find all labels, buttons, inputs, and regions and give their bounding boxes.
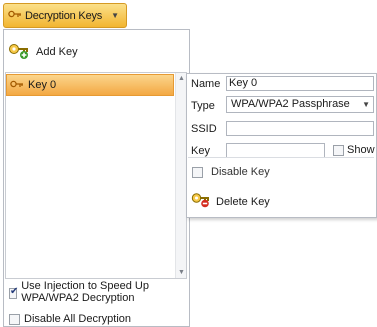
- scroll-down-icon[interactable]: ▼: [176, 269, 187, 276]
- list-item-label: Key 0: [28, 79, 57, 91]
- ssid-field[interactable]: [226, 121, 374, 136]
- show-key-label: Show: [347, 144, 375, 156]
- decryption-keys-tab[interactable]: Decryption Keys ▼: [3, 3, 127, 28]
- add-key-button[interactable]: Add Key: [8, 39, 78, 65]
- key-label: Key: [191, 145, 210, 157]
- chevron-down-icon[interactable]: ▼: [111, 11, 119, 20]
- type-select[interactable]: WPA/WPA2 Passphrase ▼: [226, 96, 374, 113]
- name-label: Name: [191, 78, 221, 90]
- ssid-label: SSID: [191, 123, 217, 135]
- key-field[interactable]: [226, 143, 325, 158]
- add-key-icon: [8, 42, 30, 63]
- use-injection-checkbox[interactable]: [9, 286, 19, 299]
- delete-key-label: Delete Key: [216, 195, 270, 208]
- show-key-option[interactable]: Show: [333, 144, 375, 156]
- tab-label: Decryption Keys: [25, 9, 103, 22]
- name-field[interactable]: Key 0: [226, 76, 374, 91]
- key-icon: [10, 79, 24, 92]
- type-value: WPA/WPA2 Passphrase: [231, 98, 350, 110]
- disable-key-checkbox[interactable]: [192, 166, 203, 178]
- delete-key-icon: [191, 192, 211, 211]
- keys-list[interactable]: [5, 72, 187, 279]
- divider: [188, 157, 374, 158]
- list-item[interactable]: Key 0: [6, 74, 174, 96]
- disable-all-decryption-label: Disable All Decryption: [24, 313, 131, 325]
- chevron-down-icon[interactable]: ▼: [362, 97, 370, 112]
- type-label: Type: [191, 100, 215, 112]
- disable-key-option[interactable]: Disable Key: [192, 166, 270, 178]
- disable-all-decryption-option[interactable]: Disable All Decryption: [9, 313, 131, 325]
- name-value: Key 0: [229, 77, 258, 89]
- disable-all-decryption-checkbox[interactable]: [9, 313, 20, 325]
- delete-key-button[interactable]: Delete Key: [191, 192, 270, 211]
- show-key-checkbox[interactable]: [333, 144, 344, 156]
- key-icon: [8, 9, 22, 22]
- add-key-label: Add Key: [36, 46, 78, 58]
- use-injection-option[interactable]: Use Injection to Speed Up WPA/WPA2 Decry…: [9, 280, 189, 304]
- disable-key-label: Disable Key: [211, 166, 270, 178]
- list-scrollbar[interactable]: ▲ ▼: [175, 73, 186, 278]
- use-injection-label: Use Injection to Speed Up WPA/WPA2 Decry…: [21, 280, 149, 304]
